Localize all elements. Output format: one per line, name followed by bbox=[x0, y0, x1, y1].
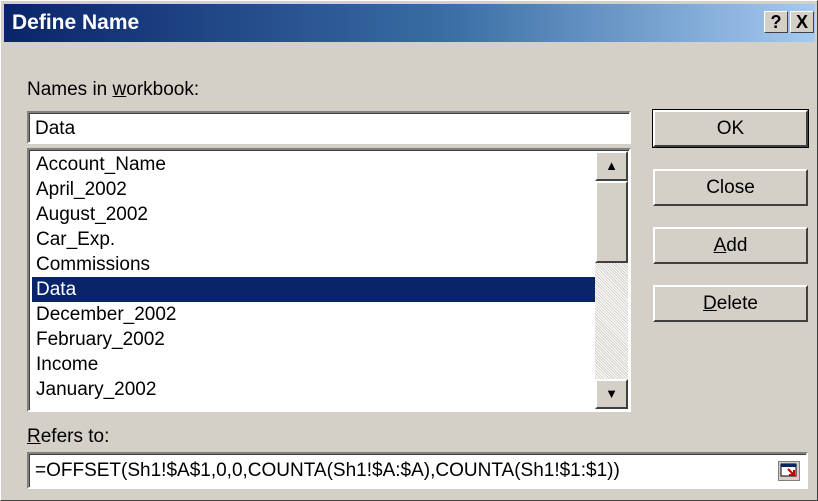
close-icon[interactable]: X bbox=[790, 11, 814, 33]
names-in-workbook-input[interactable]: Data bbox=[27, 111, 631, 144]
refers-to-input[interactable]: =OFFSET(Sh1!$A$1,0,0,COUNTA(Sh1!$A:$A),C… bbox=[27, 452, 808, 489]
list-item[interactable]: Commissions bbox=[32, 252, 597, 277]
list-item[interactable]: January_2002 bbox=[32, 377, 597, 402]
names-list: Account_Name April_2002 August_2002 Car_Exp… bbox=[32, 152, 597, 402]
list-item[interactable]: February_2002 bbox=[32, 327, 597, 352]
close-button[interactable]: Close bbox=[653, 169, 808, 206]
refers-to-label: Refers to: bbox=[27, 426, 110, 447]
vertical-scrollbar[interactable]: ▲ ▼ bbox=[595, 151, 628, 409]
collapse-dialog-icon[interactable] bbox=[778, 461, 800, 481]
add-button[interactable]: Add bbox=[653, 227, 808, 264]
dialog-title: Define Name bbox=[12, 11, 140, 34]
ok-button[interactable]: OK bbox=[652, 109, 809, 148]
title-bar[interactable]: Define Name ? X bbox=[4, 4, 815, 42]
list-item[interactable]: Account_Name bbox=[32, 152, 597, 177]
help-button[interactable]: ? bbox=[764, 11, 788, 33]
scroll-thumb[interactable] bbox=[595, 181, 628, 263]
list-item[interactable]: Car_Exp. bbox=[32, 227, 597, 252]
names-listbox[interactable]: Account_Name April_2002 August_2002 Car_Exp… bbox=[27, 148, 631, 412]
scroll-down-icon[interactable]: ▼ bbox=[595, 379, 628, 409]
list-item[interactable]: December_2002 bbox=[32, 302, 597, 327]
names-in-workbook-label: Names in workbook: bbox=[27, 79, 200, 100]
collapse-dialog-glyph bbox=[780, 463, 797, 477]
delete-button[interactable]: Delete bbox=[653, 285, 808, 322]
list-item[interactable]: Income bbox=[32, 352, 597, 377]
list-item[interactable]: April_2002 bbox=[32, 177, 597, 202]
list-item[interactable]: August_2002 bbox=[32, 202, 597, 227]
scroll-up-icon[interactable]: ▲ bbox=[595, 151, 628, 181]
define-name-dialog: Define Name ? X Names in workbook: Data … bbox=[0, 0, 818, 501]
list-item[interactable]: Data bbox=[32, 277, 597, 302]
refers-to-formula: =OFFSET(Sh1!$A$1,0,0,COUNTA(Sh1!$A:$A),C… bbox=[35, 460, 620, 481]
